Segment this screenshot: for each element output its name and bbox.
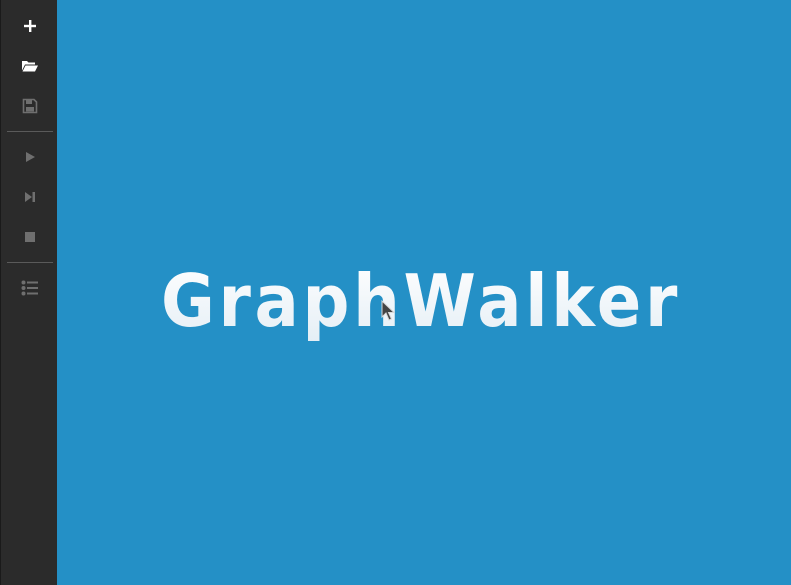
save-model-button[interactable] [10,90,50,122]
graphwalker-logo: GraphWalker [161,254,691,354]
logo-text: GraphWalker [161,259,681,343]
list-icon [21,280,38,296]
canvas-area[interactable]: GraphWalker [57,0,791,585]
stop-icon [25,232,35,242]
properties-button[interactable] [10,272,50,304]
folder-open-icon [22,61,38,72]
toolbar-divider [7,262,53,263]
plus-icon [24,20,36,32]
save-icon [22,98,38,114]
app-window: GraphWalker [0,0,791,585]
play-icon [26,152,35,162]
step-button[interactable] [10,181,50,213]
stop-button[interactable] [10,221,50,253]
step-forward-icon [25,192,35,202]
new-model-button[interactable] [10,10,50,42]
open-model-button[interactable] [10,50,50,82]
run-button[interactable] [10,141,50,173]
toolbar-sidebar [0,0,57,585]
toolbar-divider [7,131,53,132]
